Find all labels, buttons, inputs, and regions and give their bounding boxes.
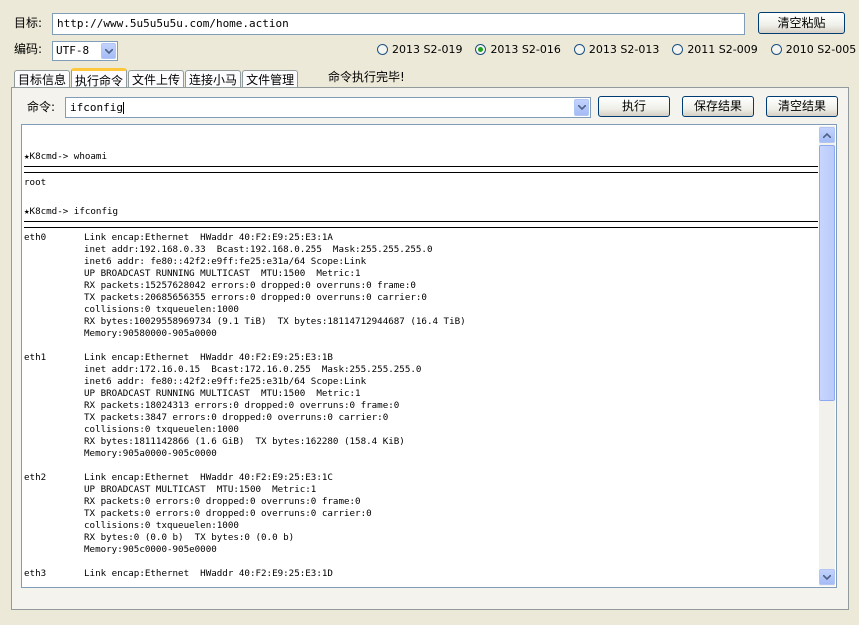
version-radio-label: 2013 S2-013 bbox=[588, 43, 660, 56]
tab-4[interactable]: 文件管理 bbox=[242, 70, 299, 88]
radio-selected-icon[interactable] bbox=[475, 44, 487, 55]
command-label: 命令: bbox=[27, 100, 56, 114]
output-textarea[interactable]: ★K8cmd-> whoami root ★K8cmd-> ifconfig e… bbox=[21, 124, 837, 588]
command-input[interactable]: ifconfig bbox=[65, 97, 591, 118]
interface-line: RX packets:15257628042 errors:0 dropped:… bbox=[84, 280, 416, 291]
output-content: ★K8cmd-> whoami root ★K8cmd-> ifconfig e… bbox=[24, 151, 818, 580]
version-radio-label: 2013 S2-019 bbox=[392, 43, 463, 56]
interface-line: RX bytes:10029558969734 (9.1 TiB) TX byt… bbox=[84, 316, 466, 327]
tab-2[interactable]: 文件上传 bbox=[128, 70, 185, 88]
radio-icon[interactable] bbox=[672, 44, 684, 55]
encoding-value: UTF-8 bbox=[56, 44, 90, 57]
scroll-up-button[interactable] bbox=[819, 127, 835, 143]
interface-line: inet addr:172.16.0.15 Bcast:172.16.0.255… bbox=[84, 364, 422, 375]
interface-name: eth3 bbox=[24, 568, 47, 579]
version-radio[interactable]: 2011 S2-009 bbox=[672, 43, 758, 56]
interface-line: RX packets:0 errors:0 dropped:0 overruns… bbox=[84, 496, 361, 507]
vertical-scrollbar[interactable] bbox=[819, 126, 835, 586]
interface-line: inet addr:192.168.0.33 Bcast:192.168.0.2… bbox=[84, 244, 433, 255]
interface-block: eth2 Link encap:Ethernet HWaddr 40:F2:E9:… bbox=[24, 472, 818, 556]
interface-line: TX packets:3847 errors:0 dropped:0 overr… bbox=[84, 412, 389, 423]
interface-line: TX packets:0 errors:0 dropped:0 overruns… bbox=[84, 508, 372, 519]
interface-line: collisions:0 txqueuelen:1000 bbox=[84, 304, 239, 315]
encoding-label: 编码: bbox=[14, 42, 43, 56]
version-radio[interactable]: 2010 S2-005 bbox=[770, 43, 857, 56]
interface-line: Memory:905a0000-905c0000 bbox=[84, 448, 217, 459]
separator bbox=[24, 166, 818, 173]
version-radio-label: 2013 S2-016 bbox=[490, 43, 561, 56]
scroll-thumb[interactable] bbox=[819, 145, 835, 401]
interface-line: inet6 addr: fe80::42f2:e9ff:fe25:e31a/64… bbox=[84, 256, 367, 267]
result-line: root bbox=[24, 177, 47, 188]
interface-block: eth3 Link encap:Ethernet HWaddr 40:F2:E9:… bbox=[24, 568, 818, 580]
interface-line: inet6 addr: fe80::42f2:e9ff:fe25:e31b/64… bbox=[84, 376, 367, 387]
interface-line: RX bytes:1811142866 (1.6 GiB) TX bytes:1… bbox=[84, 436, 405, 447]
interface-line: collisions:0 txqueuelen:1000 bbox=[84, 520, 239, 531]
clear-paste-button[interactable]: 清空粘贴 bbox=[758, 12, 845, 34]
interface-name: eth1 bbox=[24, 352, 47, 363]
interface-line: Memory:90580000-905a0000 bbox=[84, 328, 217, 339]
chevron-down-icon[interactable] bbox=[574, 99, 589, 116]
interface-line: Link encap:Ethernet HWaddr 40:F2:E9:25:E… bbox=[84, 232, 333, 243]
radio-icon[interactable] bbox=[770, 44, 782, 55]
interface-line: RX packets:18024313 errors:0 dropped:0 o… bbox=[84, 400, 400, 411]
interface-line: Memory:905c0000-905e0000 bbox=[84, 544, 217, 555]
chevron-up-icon bbox=[823, 132, 831, 138]
interface-line: Link encap:Ethernet HWaddr 40:F2:E9:25:E… bbox=[84, 472, 333, 483]
tab-1[interactable]: 执行命令 bbox=[71, 68, 128, 89]
radio-icon[interactable] bbox=[573, 44, 585, 55]
tab-3[interactable]: 连接小马 bbox=[185, 70, 242, 88]
tab-0[interactable]: 目标信息 bbox=[14, 70, 71, 88]
version-radio-label: 2010 S2-005 bbox=[785, 43, 857, 56]
interface-line: Link encap:Ethernet HWaddr 40:F2:E9:25:E… bbox=[84, 568, 333, 579]
interface-line: UP BROADCAST MULTICAST MTU:1500 Metric:1 bbox=[84, 484, 317, 495]
interface-line: collisions:0 txqueuelen:1000 bbox=[84, 424, 239, 435]
version-radio[interactable]: 2013 S2-019 bbox=[377, 43, 462, 56]
clear-results-button[interactable]: 清空结果 bbox=[766, 96, 838, 117]
tab-bar: 目标信息 执行命令 文件上传 连接小马 文件管理 bbox=[14, 67, 299, 89]
interface-line: UP BROADCAST RUNNING MULTICAST MTU:1500 … bbox=[84, 268, 361, 279]
chevron-down-icon bbox=[823, 574, 831, 580]
version-radio-group: 2013 S2-019 2013 S2-016 2013 S2-013 2011 S2… bbox=[377, 43, 856, 56]
interface-name: eth0 bbox=[24, 232, 47, 243]
status-text: 命令执行完毕! bbox=[328, 70, 405, 84]
version-radio[interactable]: 2013 S2-013 bbox=[573, 43, 660, 56]
separator bbox=[24, 221, 818, 228]
interface-name: eth2 bbox=[24, 472, 47, 483]
interface-line: RX bytes:0 (0.0 b) TX bytes:0 (0.0 b) bbox=[84, 532, 295, 543]
save-results-button[interactable]: 保存结果 bbox=[682, 96, 754, 117]
prompt-line: ★K8cmd-> ifconfig bbox=[24, 206, 119, 217]
interface-block: eth0 Link encap:Ethernet HWaddr 40:F2:E9:… bbox=[24, 232, 818, 340]
target-url-input[interactable]: http://www.5u5u5u5u.com/home.action bbox=[52, 13, 745, 35]
command-value: ifconfig bbox=[70, 101, 123, 114]
interface-line: TX packets:20685656355 errors:0 dropped:… bbox=[84, 292, 427, 303]
interface-block: eth1 Link encap:Ethernet HWaddr 40:F2:E9:… bbox=[24, 352, 818, 460]
scroll-down-button[interactable] bbox=[819, 569, 835, 585]
prompt-line: ★K8cmd-> whoami bbox=[24, 151, 107, 162]
chevron-down-icon[interactable] bbox=[101, 43, 116, 59]
interface-line: Link encap:Ethernet HWaddr 40:F2:E9:25:E… bbox=[84, 352, 333, 363]
text-cursor bbox=[122, 102, 124, 114]
version-radio-label: 2011 S2-009 bbox=[687, 43, 758, 56]
target-label: 目标: bbox=[14, 16, 43, 30]
version-radio[interactable]: 2013 S2-016 bbox=[475, 43, 561, 56]
encoding-select[interactable]: UTF-8 bbox=[52, 41, 118, 61]
interface-line: UP BROADCAST RUNNING MULTICAST MTU:1500 … bbox=[84, 388, 361, 399]
radio-icon[interactable] bbox=[377, 44, 388, 55]
execute-button[interactable]: 执行 bbox=[598, 96, 670, 117]
